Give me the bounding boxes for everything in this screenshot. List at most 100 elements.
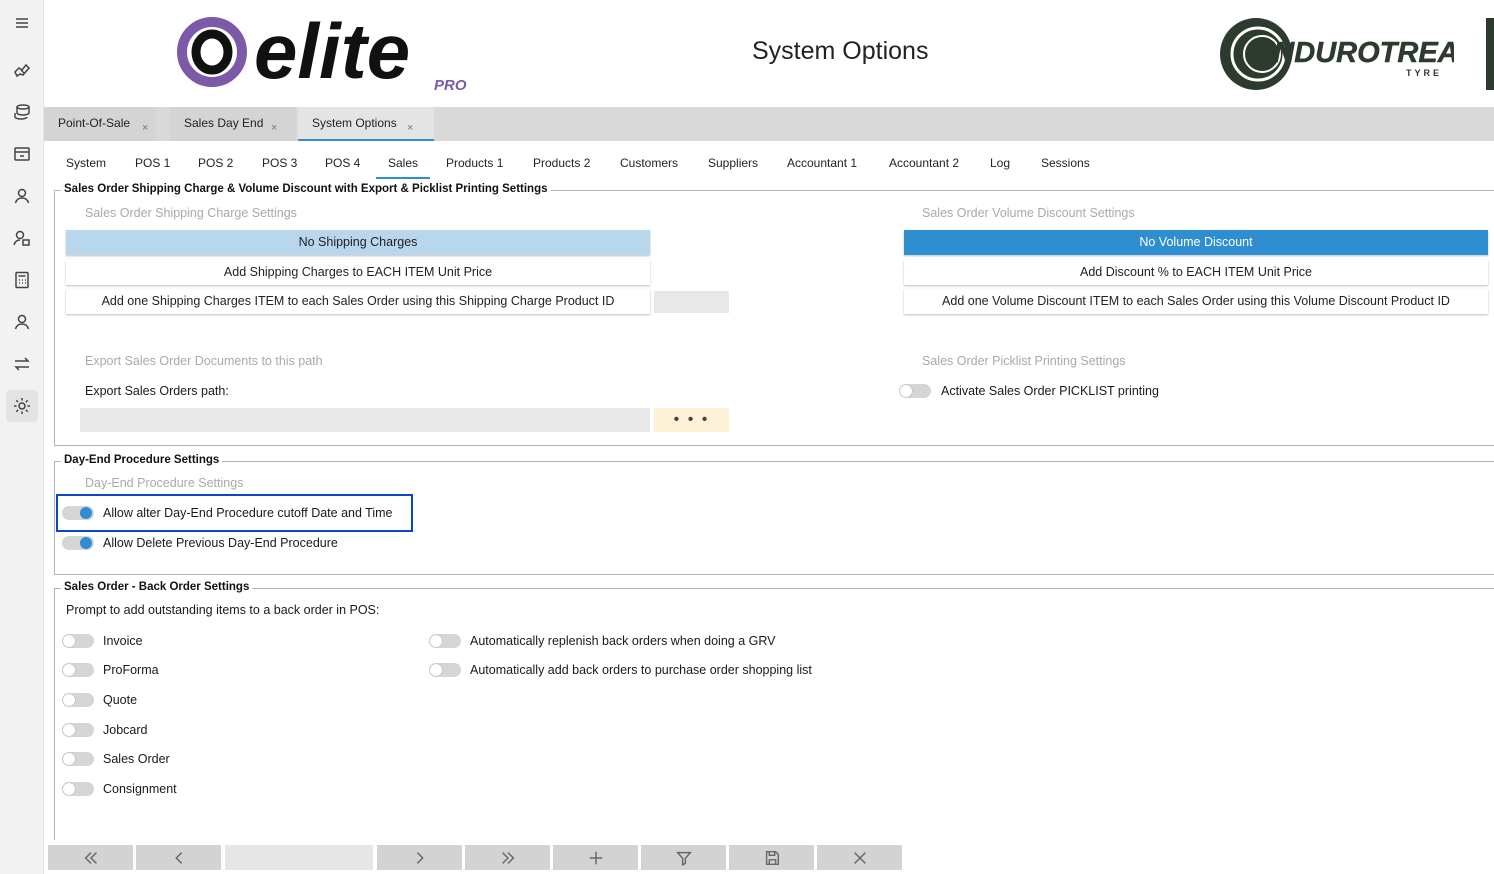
group-title: Sales Order Shipping Charge & Volume Dis… xyxy=(61,183,551,195)
tab-pos-2[interactable]: POS 2 xyxy=(198,156,233,170)
replenish-grv-toggle[interactable] xyxy=(429,634,461,648)
toggle-knob xyxy=(80,537,92,549)
allow-delete-dayend-toggle[interactable] xyxy=(62,536,94,550)
shipping-item-per-order-button[interactable]: Add one Shipping Charges ITEM to each Sa… xyxy=(66,289,650,314)
export-settings-label: Export Sales Order Documents to this pat… xyxy=(85,354,323,368)
sales-order-toggle[interactable] xyxy=(62,752,94,766)
close-icon xyxy=(853,851,866,864)
toggle-knob xyxy=(63,753,75,765)
tab-pos-4[interactable]: POS 4 xyxy=(325,156,360,170)
shipping-per-item-button[interactable]: Add Shipping Charges to EACH ITEM Unit P… xyxy=(66,260,650,285)
menu-icon[interactable] xyxy=(6,7,38,39)
discount-per-item-button[interactable]: Add Discount % to EACH ITEM Unit Price xyxy=(904,260,1488,285)
coins-icon[interactable] xyxy=(6,96,38,128)
first-icon xyxy=(84,851,97,864)
proforma-label: ProForma xyxy=(103,663,159,677)
tab-accountant-1[interactable]: Accountant 1 xyxy=(787,156,857,170)
close-icon[interactable]: × xyxy=(142,122,148,134)
toggle-knob xyxy=(430,664,442,676)
tab-customers[interactable]: Customers xyxy=(620,156,678,170)
header: elite PRO System Options ENDUROTREAD TYR… xyxy=(44,0,1494,107)
quote-label: Quote xyxy=(103,693,138,707)
elite-logo-text: elite xyxy=(254,10,410,92)
tab-sessions[interactable]: Sessions xyxy=(1041,156,1090,170)
previous-record-button[interactable] xyxy=(136,845,221,870)
tab-sales[interactable]: Sales xyxy=(375,156,431,179)
record-position-field[interactable] xyxy=(225,845,373,870)
backorder-group: Sales Order - Back Order Settings xyxy=(54,581,1494,840)
toggle-knob xyxy=(430,635,442,647)
jobcard-toggle[interactable] xyxy=(62,723,94,737)
next-record-button[interactable] xyxy=(377,845,462,870)
doc-tab-label: Sales Day End xyxy=(184,116,264,130)
replenish-grv-label: Automatically replenish back orders when… xyxy=(470,634,776,648)
close-icon[interactable]: × xyxy=(407,122,413,134)
add-icon xyxy=(589,851,602,864)
person-icon[interactable] xyxy=(6,306,38,338)
tab-log[interactable]: Log xyxy=(990,156,1010,170)
consignment-label: Consignment xyxy=(103,782,177,796)
section-tabs: System POS 1 POS 2 POS 3 POS 4 Sales Pro… xyxy=(44,150,1494,180)
no-shipping-charges-button[interactable]: No Shipping Charges xyxy=(66,230,650,255)
left-nav-rail xyxy=(0,0,44,874)
no-volume-discount-button[interactable]: No Volume Discount xyxy=(904,230,1488,255)
tab-products-2[interactable]: Products 2 xyxy=(533,156,590,170)
first-record-button[interactable] xyxy=(48,845,133,870)
toggle-knob xyxy=(63,694,75,706)
user-icon[interactable] xyxy=(6,180,38,212)
add-to-shopping-list-toggle[interactable] xyxy=(429,663,461,677)
page-title: System Options xyxy=(752,37,929,65)
tab-system[interactable]: System xyxy=(66,156,106,170)
tab-suppliers[interactable]: Suppliers xyxy=(708,156,758,170)
export-path-label: Export Sales Orders path: xyxy=(85,384,229,398)
close-icon[interactable]: × xyxy=(271,122,277,134)
toggle-knob xyxy=(900,385,912,397)
register-icon[interactable] xyxy=(6,138,38,170)
picklist-settings-label: Sales Order Picklist Printing Settings xyxy=(922,354,1126,368)
gear-icon[interactable] xyxy=(6,390,38,422)
previous-icon xyxy=(174,851,182,864)
transfer-icon[interactable] xyxy=(6,348,38,380)
quote-toggle[interactable] xyxy=(62,693,94,707)
consignment-toggle[interactable] xyxy=(62,782,94,796)
close-button[interactable] xyxy=(817,845,902,870)
header-accent-bar xyxy=(1486,18,1494,90)
jobcard-label: Jobcard xyxy=(103,723,148,737)
discount-item-per-order-button[interactable]: Add one Volume Discount ITEM to each Sal… xyxy=(904,289,1488,314)
handshake-icon[interactable] xyxy=(6,54,38,86)
save-icon xyxy=(765,850,779,865)
invoice-toggle[interactable] xyxy=(62,634,94,648)
save-button[interactable] xyxy=(729,845,814,870)
doc-tab-system-options[interactable]: System Options × xyxy=(298,107,434,141)
app-window: elite PRO System Options ENDUROTREAD TYR… xyxy=(0,0,1494,874)
discount-settings-label: Sales Order Volume Discount Settings xyxy=(922,206,1135,220)
last-icon xyxy=(501,851,514,864)
endurotread-logo-text: ENDUROTREAD xyxy=(1254,37,1454,69)
doc-tab-point-of-sale[interactable]: Point-Of-Sale × xyxy=(44,107,156,141)
picklist-toggle[interactable] xyxy=(899,384,931,398)
add-to-shopping-list-label: Automatically add back orders to purchas… xyxy=(470,663,812,677)
browse-path-button[interactable]: • • • xyxy=(654,408,729,432)
toggle-knob xyxy=(63,664,75,676)
calculator-icon[interactable] xyxy=(6,264,38,296)
doc-tab-sales-day-end[interactable]: Sales Day End × xyxy=(170,107,296,141)
sales-order-label: Sales Order xyxy=(103,752,170,766)
tab-products-1[interactable]: Products 1 xyxy=(446,156,503,170)
picklist-toggle-label: Activate Sales Order PICKLIST printing xyxy=(941,384,1159,398)
add-button[interactable] xyxy=(553,845,638,870)
next-icon xyxy=(416,851,424,864)
export-path-input[interactable] xyxy=(80,408,650,432)
filter-button[interactable] xyxy=(641,845,726,870)
user-settings-icon[interactable] xyxy=(6,222,38,254)
shipping-product-id-input[interactable] xyxy=(654,291,729,313)
dayend-settings-label: Day-End Procedure Settings xyxy=(85,476,244,490)
last-record-button[interactable] xyxy=(465,845,550,870)
backorder-prompt: Prompt to add outstanding items to a bac… xyxy=(66,603,380,617)
tab-accountant-2[interactable]: Accountant 2 xyxy=(889,156,959,170)
highlight-box xyxy=(56,494,413,532)
invoice-label: Invoice xyxy=(103,634,143,648)
document-tabs: Point-Of-Sale × Sales Day End × System O… xyxy=(44,107,1494,141)
tab-pos-3[interactable]: POS 3 xyxy=(262,156,297,170)
tab-pos-1[interactable]: POS 1 xyxy=(135,156,170,170)
proforma-toggle[interactable] xyxy=(62,663,94,677)
